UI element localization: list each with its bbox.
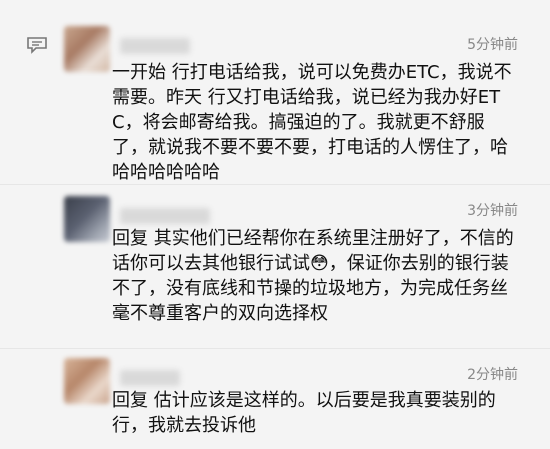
username-redacted[interactable] — [120, 38, 190, 54]
comment-text: 一开始 行打电话给我，说可以免费办ETC，我说不需要。昨天 行又打电话给我，说已… — [112, 62, 512, 183]
comment-item: 3分钟前 回复 其实他们已经帮你在系统里注册好了，不信的话你可以去其他银行试试😳… — [0, 184, 550, 348]
comment-time: 5分钟前 — [467, 37, 518, 53]
comment-text: 回复 其实他们已经帮你在系统里注册好了，不信的话你可以去其他银行试试😳，保证你去… — [112, 228, 514, 324]
avatar[interactable] — [64, 358, 110, 404]
comment-time: 3分钟前 — [467, 203, 518, 219]
comment-time: 2分钟前 — [467, 367, 518, 383]
avatar[interactable] — [64, 26, 110, 72]
username-redacted[interactable] — [120, 370, 180, 386]
comment-bubble-icon[interactable] — [26, 36, 48, 54]
username-redacted[interactable] — [120, 208, 210, 224]
comment-item: 2分钟前 回复 估计应该是这样的。以后要是我真要装别的行，我就去投诉他 — [0, 348, 550, 449]
comment-item: 5分钟前 一开始 行打电话给我，说可以免费办ETC，我说不需要。昨天 行又打电话… — [0, 0, 550, 184]
comment-text: 回复 估计应该是这样的。以后要是我真要装别的行，我就去投诉他 — [112, 390, 496, 436]
avatar[interactable] — [64, 196, 110, 242]
